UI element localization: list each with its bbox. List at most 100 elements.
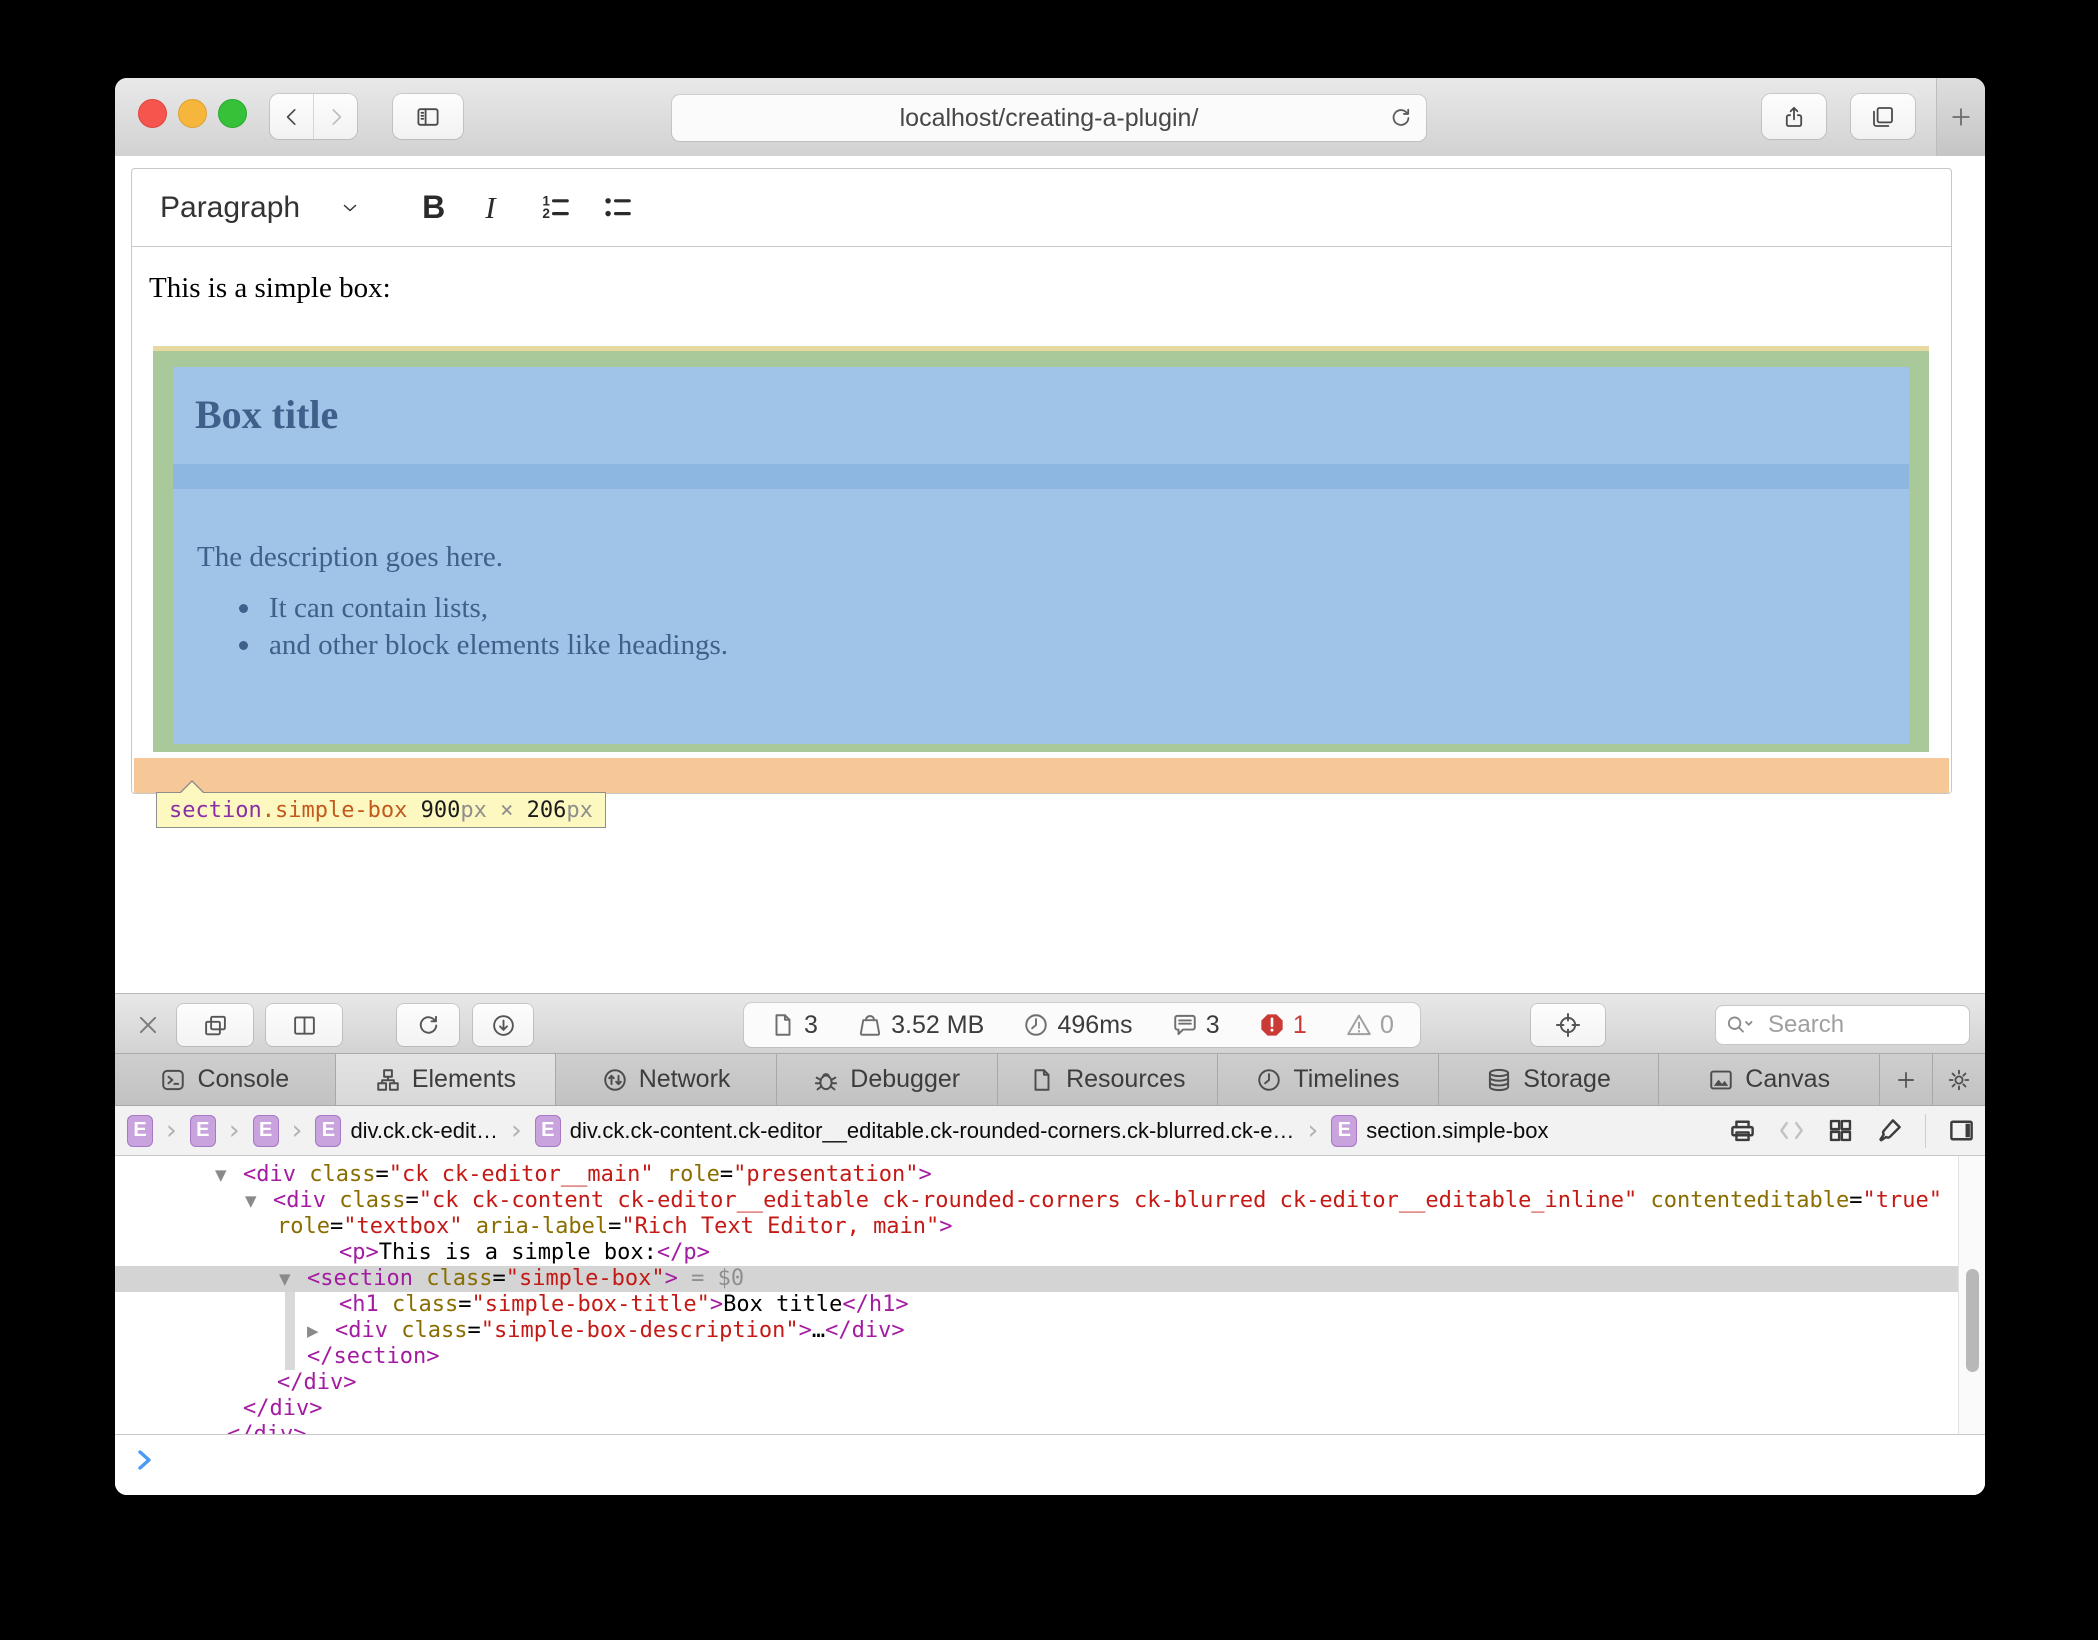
rich-text-editable[interactable]: This is a simple box: Box title The desc… (132, 247, 1951, 793)
dom-tree-row[interactable]: </section> (115, 1344, 1958, 1370)
tab-canvas[interactable]: Canvas (1659, 1054, 1880, 1105)
heading-dropdown[interactable]: Paragraph (160, 191, 360, 225)
console-messages-badge[interactable]: 3 (1172, 1011, 1220, 1040)
back-button[interactable] (270, 94, 313, 139)
bold-button[interactable]: B (422, 189, 445, 226)
tab-timelines[interactable]: Timelines (1218, 1054, 1439, 1105)
paragraph-text: This is a simple box: (149, 272, 391, 305)
sidebar-button[interactable] (393, 94, 463, 139)
dom-tree-row[interactable]: </div> (115, 1422, 1958, 1434)
collapse-triangle-icon[interactable]: ▼ (279, 1266, 291, 1292)
new-tab-button[interactable] (1936, 78, 1985, 156)
dom-tree-row[interactable]: ▼<div class="ck ck-editor__main" role="p… (115, 1162, 1958, 1188)
load-time-badge-value: 496ms (1057, 1011, 1132, 1040)
breadcrumb: E›E›E›Ediv.ck.ck-edit…›Ediv.ck.ck-conten… (127, 1115, 1548, 1147)
simple-box-margin-overlay (134, 758, 1949, 793)
scrollbar-thumb[interactable] (1966, 1269, 1979, 1372)
editor-toolbar: Paragraph B I 12 (132, 169, 1951, 247)
tab-label: Timelines (1293, 1065, 1399, 1094)
element-badge-icon: E (190, 1115, 216, 1147)
tab-console[interactable]: Console (115, 1054, 336, 1105)
breadcrumb-item-5[interactable]: Esection.simple-box (1331, 1115, 1548, 1147)
heading-dropdown-label: Paragraph (160, 191, 300, 225)
tooltip-part: × (487, 798, 527, 823)
styles-brush-icon[interactable] (1876, 1117, 1903, 1144)
errors-badge[interactable]: 1 (1259, 1011, 1307, 1040)
dom-tree-row[interactable]: <p>This is a simple box:</p> (115, 1240, 1958, 1266)
resources-count-badge[interactable]: 3 (770, 1011, 818, 1040)
grid-overlay-icon[interactable] (1827, 1117, 1854, 1144)
minimize-window-button[interactable] (178, 99, 207, 128)
plus-icon (1949, 105, 1973, 129)
box-description: The description goes here. (197, 489, 1909, 574)
breadcrumb-item-3[interactable]: Ediv.ck.ck-edit… (315, 1115, 498, 1147)
simple-box-description-block: The description goes here. It can contai… (173, 489, 1909, 744)
dom-tree-row[interactable]: <h1 class="simple-box-title">Box title</… (115, 1292, 1958, 1318)
numbered-list-button[interactable]: 12 (540, 192, 572, 224)
warnings-badge[interactable]: 0 (1346, 1011, 1394, 1040)
collapse-triangle-icon[interactable]: ▼ (245, 1188, 257, 1214)
details-sidebar-icon[interactable] (1948, 1117, 1975, 1144)
chevron-right-icon (325, 106, 347, 128)
page-weight-badge[interactable]: 3.52 MB (857, 1011, 984, 1040)
simple-box-padding-overlay: Box title The description goes here. It … (153, 346, 1929, 752)
url-bar[interactable]: localhost/creating-a-plugin/ (672, 95, 1426, 141)
expand-triangle-icon[interactable]: ▶ (307, 1318, 319, 1344)
dom-tree-row[interactable]: </div> (115, 1396, 1958, 1422)
source-code-icon[interactable] (1778, 1117, 1805, 1144)
breadcrumb-item-1[interactable]: E (190, 1115, 216, 1147)
close-window-button[interactable] (138, 99, 167, 128)
dom-tree-row[interactable]: role="textbox" aria-label="Rich Text Edi… (115, 1214, 1958, 1240)
collapse-triangle-icon[interactable]: ▼ (215, 1162, 227, 1188)
dock-side-button[interactable] (266, 1004, 342, 1046)
resources-count-badge-value: 3 (804, 1011, 818, 1040)
box-title: Box title (173, 367, 1909, 438)
url-text: localhost/creating-a-plugin/ (900, 104, 1199, 133)
italic-button[interactable]: I (485, 190, 495, 226)
close-inspector-button[interactable] (135, 1012, 161, 1038)
print-styles-icon[interactable] (1729, 1117, 1756, 1144)
tooltip-part: 900 (421, 798, 461, 823)
crosshair-icon (1555, 1012, 1581, 1038)
svg-text:2: 2 (542, 206, 550, 221)
download-page-button[interactable] (473, 1004, 533, 1046)
tooltip-part: px (566, 798, 593, 823)
tab-overview-button[interactable] (1851, 94, 1915, 139)
tab-label: Elements (412, 1065, 516, 1094)
share-button[interactable] (1762, 94, 1826, 139)
breadcrumb-item-2[interactable]: E (253, 1115, 279, 1147)
settings-tab-button[interactable] (1933, 1054, 1985, 1105)
tab-resources[interactable]: Resources (998, 1054, 1219, 1105)
detach-inspector-button[interactable] (177, 1004, 253, 1046)
inspector-search-input[interactable] (1715, 1005, 1970, 1045)
tab-label: Storage (1523, 1065, 1611, 1094)
breadcrumb-item-0[interactable]: E (127, 1115, 153, 1147)
box-bullet-list: It can contain lists, and other block el… (237, 590, 1909, 664)
element-picker-button[interactable] (1531, 1004, 1605, 1046)
bulleted-list-button[interactable] (602, 192, 634, 224)
breadcrumb-separator: › (166, 1115, 177, 1146)
dom-tree-row[interactable]: </div> (115, 1370, 1958, 1396)
tab-debugger[interactable]: Debugger (777, 1054, 998, 1105)
forward-button[interactable] (313, 94, 357, 139)
history-nav-group (270, 94, 357, 139)
tooltip-text: section.simple-box 900px × 206px (169, 798, 593, 823)
tab-network[interactable]: Network (556, 1054, 777, 1105)
web-inspector: 3 3.52 MB 496ms 3 1 0 Console Elements NetworkD… (115, 993, 1985, 1495)
tab-elements[interactable]: Elements (336, 1054, 557, 1105)
tab-storage[interactable]: Storage (1439, 1054, 1660, 1105)
add-tab-button[interactable] (1880, 1054, 1933, 1105)
zoom-window-button[interactable] (218, 99, 247, 128)
reload-page-button[interactable] (397, 1004, 459, 1046)
quick-console[interactable] (115, 1434, 1985, 1495)
dom-tree-row[interactable]: ▼<div class="ck ck-content ck-editor__ed… (115, 1188, 1958, 1214)
share-icon (1782, 105, 1806, 129)
element-badge-icon: E (1331, 1115, 1357, 1147)
breadcrumb-item-4[interactable]: Ediv.ck.ck-content.ck-editor__editable.c… (535, 1115, 1295, 1147)
dom-scrollbar[interactable] (1958, 1156, 1985, 1434)
reload-icon[interactable] (1389, 106, 1413, 130)
load-time-badge[interactable]: 496ms (1023, 1011, 1132, 1040)
breadcrumb-label: div.ck.ck-content.ck-editor__editable.ck… (570, 1118, 1295, 1144)
dom-tree-row[interactable]: ▼<section class="simple-box"> = $0 (115, 1266, 1958, 1292)
dom-tree-row[interactable]: ▶<div class="simple-box-description">…</… (115, 1318, 1958, 1344)
